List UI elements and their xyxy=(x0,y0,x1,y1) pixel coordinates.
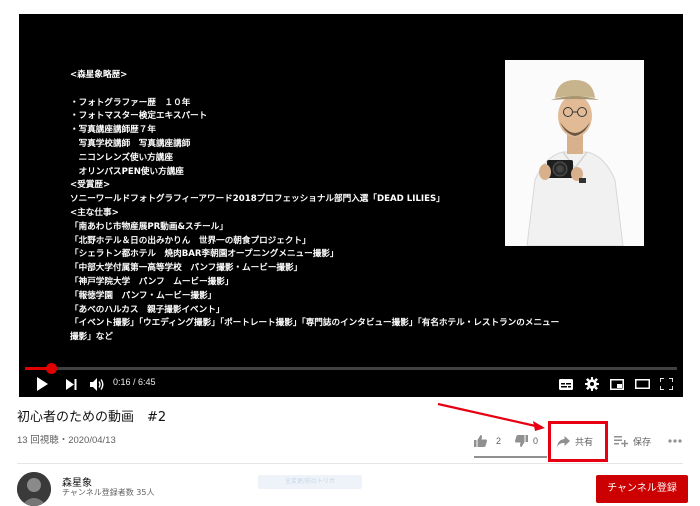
slide-line: 写真学校講師 写真講座講師 xyxy=(70,138,191,149)
slide-line: 「中部大学付属第一高等学校 パンフ撮影・ムービー撮影」 xyxy=(70,263,303,274)
avatar[interactable] xyxy=(17,472,51,506)
more-actions-button[interactable] xyxy=(668,431,687,451)
save-label: 保存 xyxy=(633,436,652,447)
divider xyxy=(17,463,683,464)
like-button[interactable]: 2 xyxy=(474,431,501,451)
like-count: 2 xyxy=(496,436,502,446)
player-controls: 0:16 / 6:45 xyxy=(19,371,683,397)
slide-line: オリンパスPEN使い方講座 xyxy=(70,166,184,177)
volume-icon[interactable] xyxy=(87,374,107,394)
video-player[interactable]: <森星象略歴> ・フォトグラファー歴 １０年・フォトマスター検定エキスパート ・写真… xyxy=(19,14,683,397)
dislike-count: 0 xyxy=(533,436,539,446)
slide-line: 「あべのハルカス 親子撮影イベント」 xyxy=(70,304,225,315)
blurred-label: 全変更/前のトリガ xyxy=(258,475,362,489)
like-ratio-bar xyxy=(474,456,547,458)
slide-line: <受賞歴> xyxy=(70,180,111,191)
slide-line: 「南あわじ市物産展PR動画&スチール」 xyxy=(70,221,228,232)
slide-line: 「イベント撮影」「ウエディング撮影」「ポートレート撮影」「専門誌のインタビュー撮… xyxy=(70,318,560,329)
share-highlight-box xyxy=(548,421,608,462)
slide-line: ニコンレンズ使い方講座 xyxy=(70,152,173,163)
fullscreen-icon[interactable] xyxy=(657,374,675,394)
slide-line: ・フォトグラファー歴 １０年 xyxy=(70,97,191,108)
slide-line: <森星象略歴> xyxy=(70,70,128,80)
thumbs-up-icon xyxy=(474,435,487,447)
progress-bar[interactable] xyxy=(25,363,677,374)
subscribe-button[interactable]: チャンネル登録 xyxy=(596,475,688,503)
slide-line: ソニーワールドフォトグラフィーアワード2018プロフェッショナル部門入選「DEA… xyxy=(70,194,445,205)
next-icon[interactable] xyxy=(62,374,80,394)
slide-line: ・フォトマスター検定エキスパート xyxy=(70,111,208,122)
photographer-photo xyxy=(505,60,644,246)
slide-line: 「神戸学院大学 パンフ ムービー撮影」 xyxy=(70,276,234,287)
miniplayer-icon[interactable] xyxy=(608,374,626,394)
slide-line: 撮影」など xyxy=(70,332,113,343)
more-horizontal-icon xyxy=(668,439,682,443)
save-button[interactable]: 保存 xyxy=(614,431,651,451)
theater-icon[interactable] xyxy=(633,374,651,394)
dislike-button[interactable]: 0 xyxy=(515,431,538,451)
slide-text: <森星象略歴> ・フォトグラファー歴 １０年・フォトマスター検定エキスパート ・写真… xyxy=(70,69,559,345)
slide-line: 「報徳学園 パンフ・ムービー撮影」 xyxy=(70,290,217,301)
slide-line xyxy=(70,83,559,97)
thumbs-down-icon xyxy=(515,435,528,447)
slide-line: <主な仕事> xyxy=(70,207,119,218)
video-title: 初心者のための動画 #2 xyxy=(17,410,167,425)
slide-line: 「シェラトン都ホテル 焼肉BAR李朝園オープニングメニュー撮影」 xyxy=(70,249,339,260)
time-display: 0:16 / 6:45 xyxy=(113,377,156,387)
subscriber-count: チャンネル登録者数 35人 xyxy=(62,488,155,497)
slide-line: 「北野ホテル＆日の出みかりん 世界一の朝食プロジェクト」 xyxy=(70,235,311,246)
play-icon[interactable] xyxy=(33,374,51,394)
slide-line: ・写真講座講師歴７年 xyxy=(70,125,156,136)
subtitles-icon[interactable] xyxy=(557,374,575,394)
playlist-add-icon xyxy=(614,435,628,447)
video-meta: 13 回視聴・2020/04/13 xyxy=(17,435,116,446)
settings-icon[interactable] xyxy=(583,374,601,394)
